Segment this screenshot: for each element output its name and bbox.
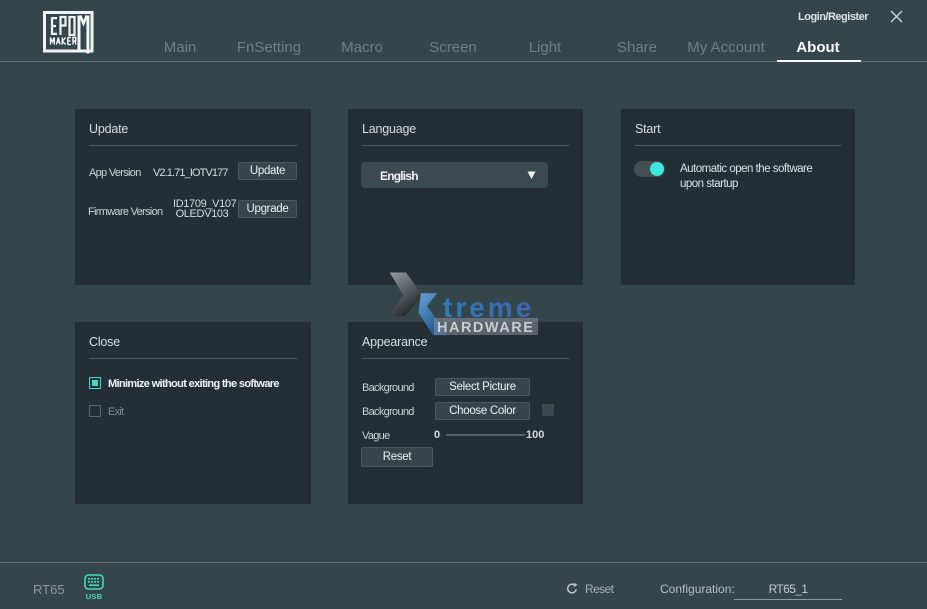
svg-text:HARDWARE: HARDWARE	[437, 320, 534, 336]
